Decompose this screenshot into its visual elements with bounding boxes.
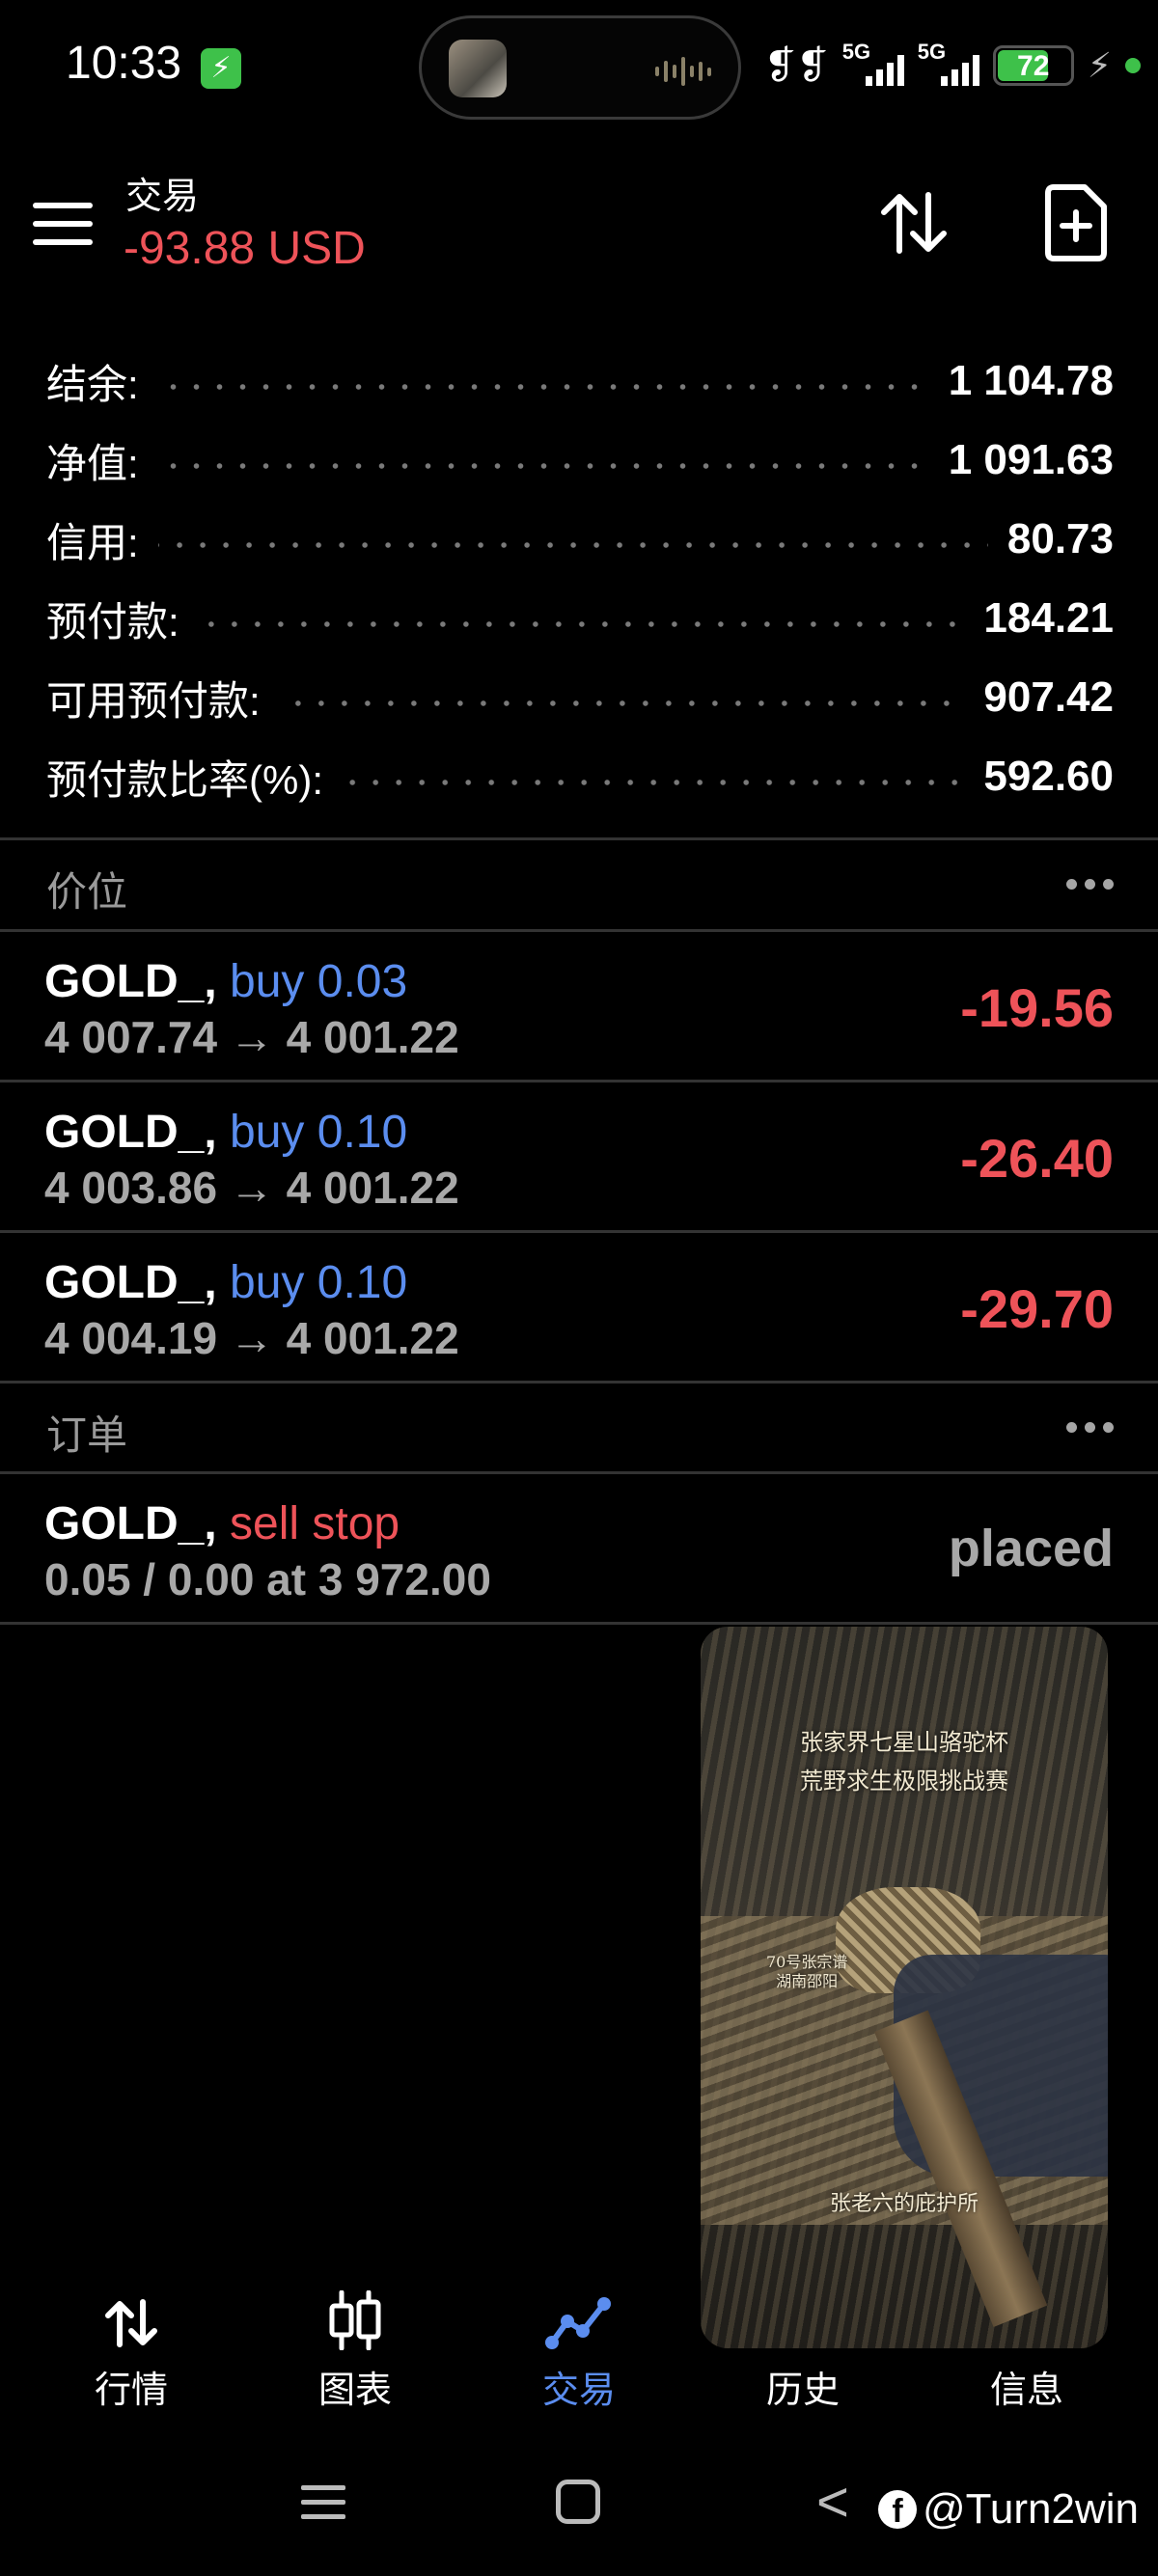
position-profit: -29.70 — [960, 1278, 1114, 1339]
video-caption: 张家界七星山骆驼杯 — [800, 1729, 1008, 1756]
bottom-navigation: 行情 图表 交易 历史 信息 — [0, 2277, 1158, 2412]
messages-icon — [930, 2277, 1123, 2350]
summary-value: 1 104.78 — [948, 357, 1114, 404]
order-row[interactable]: GOLD_, sell stop 0.05 / 0.00 at 3 972.00… — [0, 1474, 1158, 1624]
nav-item-quotes[interactable]: 行情 — [35, 2277, 228, 2412]
watermark: f @Turn2win — [878, 2485, 1139, 2534]
trade-line-icon — [545, 2297, 611, 2349]
more-options-icon[interactable] — [1066, 1422, 1114, 1433]
video-caption: 荒野求生极限挑战赛 — [800, 1768, 1008, 1795]
summary-value: 184.21 — [983, 594, 1114, 642]
section-title: 价位 — [46, 869, 128, 915]
contestant-origin: 湖南邵阳 — [776, 1972, 839, 1990]
position-prices: 4 004.19 → 4 001.22 — [44, 1313, 459, 1363]
floating-video-window[interactable]: 张家界七星山骆驼杯 荒野求生极限挑战赛 70号张宗谱 湖南邵阳 张老六的庇护所 — [701, 1627, 1108, 2348]
summary-label: 信用: — [46, 519, 139, 565]
order-detail: 0.05 / 0.00 at 3 972.00 — [44, 1554, 491, 1604]
order-status: placed — [948, 1520, 1114, 1577]
order-symbol: GOLD_, — [44, 1498, 217, 1549]
status-bar: 10:33 ⚡ ❡❡ 5G 5G 72 ⚡ — [0, 0, 1158, 135]
menu-icon[interactable] — [33, 203, 93, 245]
positions-section-header: 价位 — [0, 840, 1158, 929]
summary-value: 907.42 — [983, 673, 1114, 721]
position-prices: 4 007.74 → 4 001.22 — [44, 1012, 459, 1062]
summary-row-equity: 净值: 1 091.63 — [0, 421, 1158, 500]
nav-label: 历史 — [765, 2370, 840, 2411]
status-time: 10:33 — [66, 38, 182, 89]
section-title: 订单 — [46, 1412, 128, 1458]
history-icon — [706, 2277, 899, 2350]
summary-label: 可用预付款: — [46, 677, 261, 724]
video-caption: 张老六的庇护所 — [829, 2192, 979, 2216]
position-side: buy 0.03 — [230, 956, 408, 1007]
nav-item-charts[interactable]: 图表 — [259, 2277, 452, 2412]
nav-label: 行情 — [94, 2370, 168, 2411]
position-symbol: GOLD_, — [44, 1107, 217, 1158]
position-row[interactable]: GOLD_, buy 0.10 4 004.19 → 4 001.22 -29.… — [0, 1233, 1158, 1383]
position-prices: 4 003.86 → 4 001.22 — [44, 1163, 459, 1213]
back-icon[interactable]: < — [816, 2470, 849, 2535]
charging-app-icon: ⚡ — [201, 48, 241, 89]
candlestick-chart-icon — [329, 2290, 381, 2350]
summary-label: 预付款比率(%): — [46, 756, 323, 803]
system-navigation-bar: < f @Turn2win — [0, 2451, 1158, 2557]
divider — [0, 1622, 1158, 1625]
nav-label: 图表 — [317, 2370, 392, 2411]
battery-icon: 72 — [992, 45, 1074, 86]
summary-label: 净值: — [46, 440, 139, 486]
nav-label: 交易 — [541, 2370, 616, 2411]
position-row[interactable]: GOLD_, buy 0.10 4 003.86 → 4 001.22 -26.… — [0, 1082, 1158, 1232]
quotes-arrows-icon — [105, 2299, 157, 2347]
battery-percent: 72 — [1017, 50, 1050, 82]
summary-row-credit: 信用: 80.73 — [0, 500, 1158, 579]
account-summary: 结余: 1 104.78 净值: 1 091.63 信用: 80.73 预付款:… — [0, 342, 1158, 816]
signal-icon: 5G — [918, 40, 979, 90]
summary-label: 结余: — [46, 361, 139, 407]
charging-bolt-icon: ⚡ — [1087, 45, 1112, 85]
earbuds-icon: ❡❡ — [763, 44, 829, 87]
home-icon[interactable] — [556, 2480, 600, 2524]
recent-apps-icon[interactable] — [301, 2485, 345, 2529]
nav-item-history[interactable]: 历史 — [706, 2277, 899, 2412]
summary-value: 592.60 — [983, 753, 1114, 800]
order-type: sell stop — [230, 1498, 400, 1549]
orders-section-header: 订单 — [0, 1384, 1158, 1472]
dynamic-island-media[interactable] — [419, 15, 741, 120]
summary-label: 预付款: — [46, 598, 179, 644]
sort-icon[interactable] — [874, 183, 953, 262]
total-profit: -93.88 USD — [124, 223, 366, 274]
privacy-indicator-dot — [1125, 58, 1141, 73]
contestant-number: 70号张宗谱 — [766, 1953, 848, 1971]
position-row[interactable]: GOLD_, buy 0.03 4 007.74 → 4 001.22 -19.… — [0, 932, 1158, 1082]
watermark-text: @Turn2win — [923, 2485, 1139, 2533]
page-title: 交易 — [125, 177, 200, 217]
summary-row-margin: 预付款: 184.21 — [0, 579, 1158, 658]
more-options-icon[interactable] — [1066, 879, 1114, 890]
summary-row-margin-level: 预付款比率(%): 592.60 — [0, 737, 1158, 816]
position-side: buy 0.10 — [230, 1107, 408, 1158]
position-profit: -19.56 — [960, 977, 1114, 1038]
nav-item-messages[interactable]: 信息 — [930, 2277, 1123, 2412]
position-profit: -26.40 — [960, 1128, 1114, 1189]
summary-row-balance: 结余: 1 104.78 — [0, 342, 1158, 421]
nav-label: 信息 — [989, 2370, 1063, 2411]
facebook-logo-icon: f — [878, 2490, 917, 2530]
position-symbol: GOLD_, — [44, 1257, 217, 1308]
position-symbol: GOLD_, — [44, 956, 217, 1007]
signal-icon: 5G — [842, 40, 904, 90]
audio-wave-icon — [655, 55, 711, 88]
summary-value: 1 091.63 — [948, 436, 1114, 483]
media-thumbnail — [449, 40, 507, 97]
new-order-icon[interactable] — [1042, 183, 1110, 262]
nav-item-trade[interactable]: 交易 — [482, 2277, 676, 2412]
position-side: buy 0.10 — [230, 1257, 408, 1308]
contestant-label: 70号张宗谱 湖南邵阳 — [766, 1953, 847, 1991]
app-header: 交易 -93.88 USD — [0, 154, 1158, 289]
summary-value: 80.73 — [1006, 515, 1114, 562]
summary-row-free-margin: 可用预付款: 907.42 — [0, 658, 1158, 737]
